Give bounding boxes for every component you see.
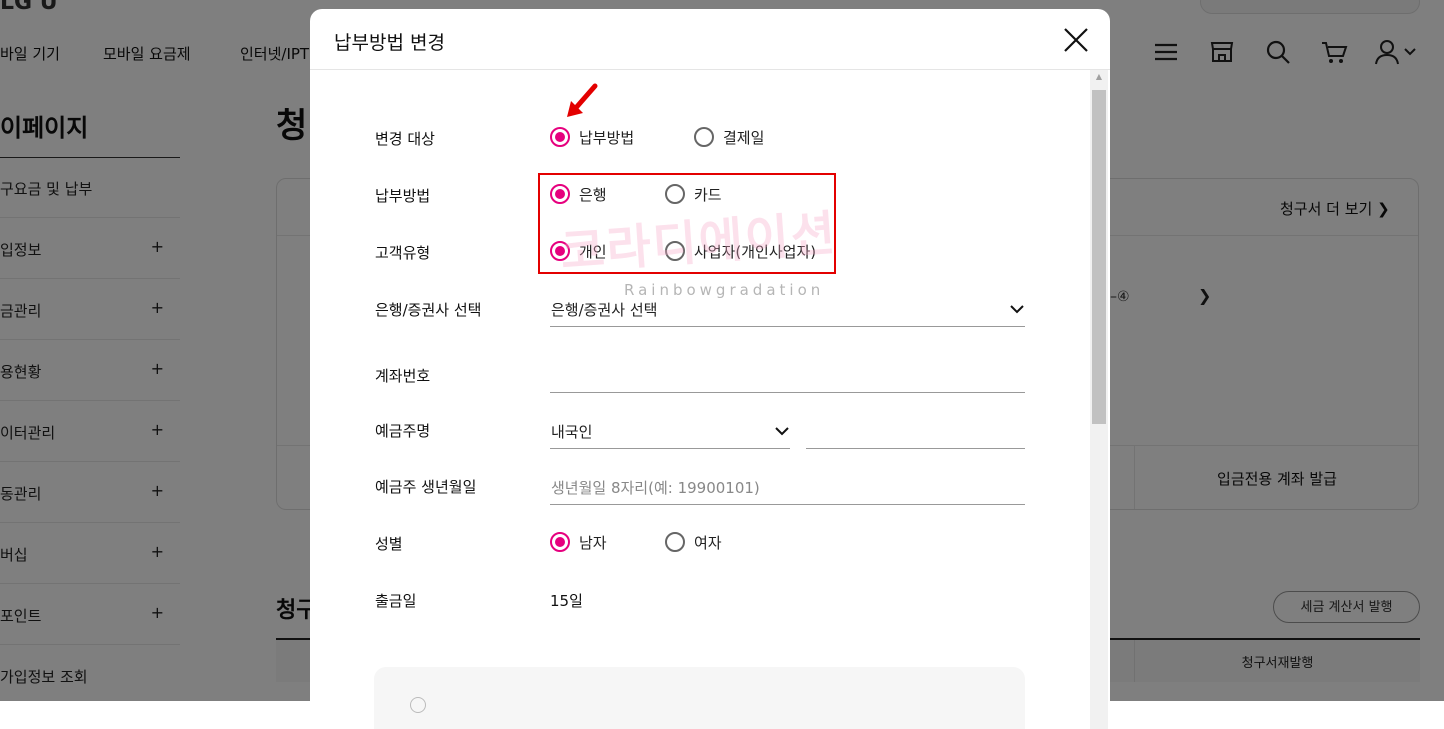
info-icon <box>410 697 426 713</box>
radio-gender-male[interactable]: 남자 <box>550 530 607 554</box>
radio-gender-female[interactable]: 여자 <box>665 530 722 554</box>
customer-type-label: 고객유형 <box>375 244 431 262</box>
nationality-select[interactable]: 내국인 <box>550 413 790 449</box>
chevron-down-icon <box>775 427 789 436</box>
radio-circle <box>550 532 570 552</box>
modal-header: 납부방법 변경 <box>310 9 1110 70</box>
bank-select[interactable]: 은행/증권사 선택 <box>550 291 1025 327</box>
radio-label: 결제일 <box>723 128 765 147</box>
chevron-down-icon <box>1010 305 1024 314</box>
bank-select-label: 은행/증권사 선택 <box>375 301 482 319</box>
gender-label: 성별 <box>375 535 403 553</box>
depositor-label: 예금주명 <box>375 422 431 440</box>
radio-circle <box>550 127 570 147</box>
radio-change-target-payment[interactable]: 납부방법 <box>550 125 634 149</box>
payment-method-modal: 납부방법 변경 ▲ 변경 대상 납부방법 결제일 납부방법 은행 카드 고객유형… <box>310 9 1110 729</box>
scrollbar-thumb[interactable] <box>1092 90 1106 424</box>
depositor-name-input[interactable] <box>806 413 1025 449</box>
close-icon[interactable] <box>1059 23 1093 57</box>
withdraw-day-label: 출금일 <box>375 592 417 610</box>
birth-placeholder: 생년월일 8자리(예: 19900101) <box>551 479 760 497</box>
scroll-up-icon[interactable]: ▲ <box>1090 72 1108 86</box>
highlight-box <box>538 173 836 274</box>
birth-label: 예금주 생년월일 <box>375 478 477 496</box>
radio-circle <box>665 532 685 552</box>
scrollbar[interactable]: ▲ <box>1090 70 1108 729</box>
account-number-input[interactable] <box>550 357 1025 393</box>
change-target-label: 변경 대상 <box>375 130 435 148</box>
bank-select-value: 은행/증권사 선택 <box>551 301 658 319</box>
withdraw-day-value: 15일 <box>550 592 583 610</box>
modal-title: 납부방법 변경 <box>334 32 445 54</box>
radio-label: 납부방법 <box>579 128 635 147</box>
arrow-annotation-icon <box>567 83 598 117</box>
radio-change-target-billing-date[interactable]: 결제일 <box>694 125 764 149</box>
radio-circle <box>694 127 714 147</box>
birth-input[interactable]: 생년월일 8자리(예: 19900101) <box>550 469 1025 505</box>
notice-box <box>374 667 1025 729</box>
nationality-value: 내국인 <box>551 423 593 441</box>
radio-label: 남자 <box>579 533 607 552</box>
account-number-label: 계좌번호 <box>375 367 431 385</box>
radio-label: 여자 <box>694 533 722 552</box>
payment-method-label: 납부방법 <box>375 187 431 205</box>
